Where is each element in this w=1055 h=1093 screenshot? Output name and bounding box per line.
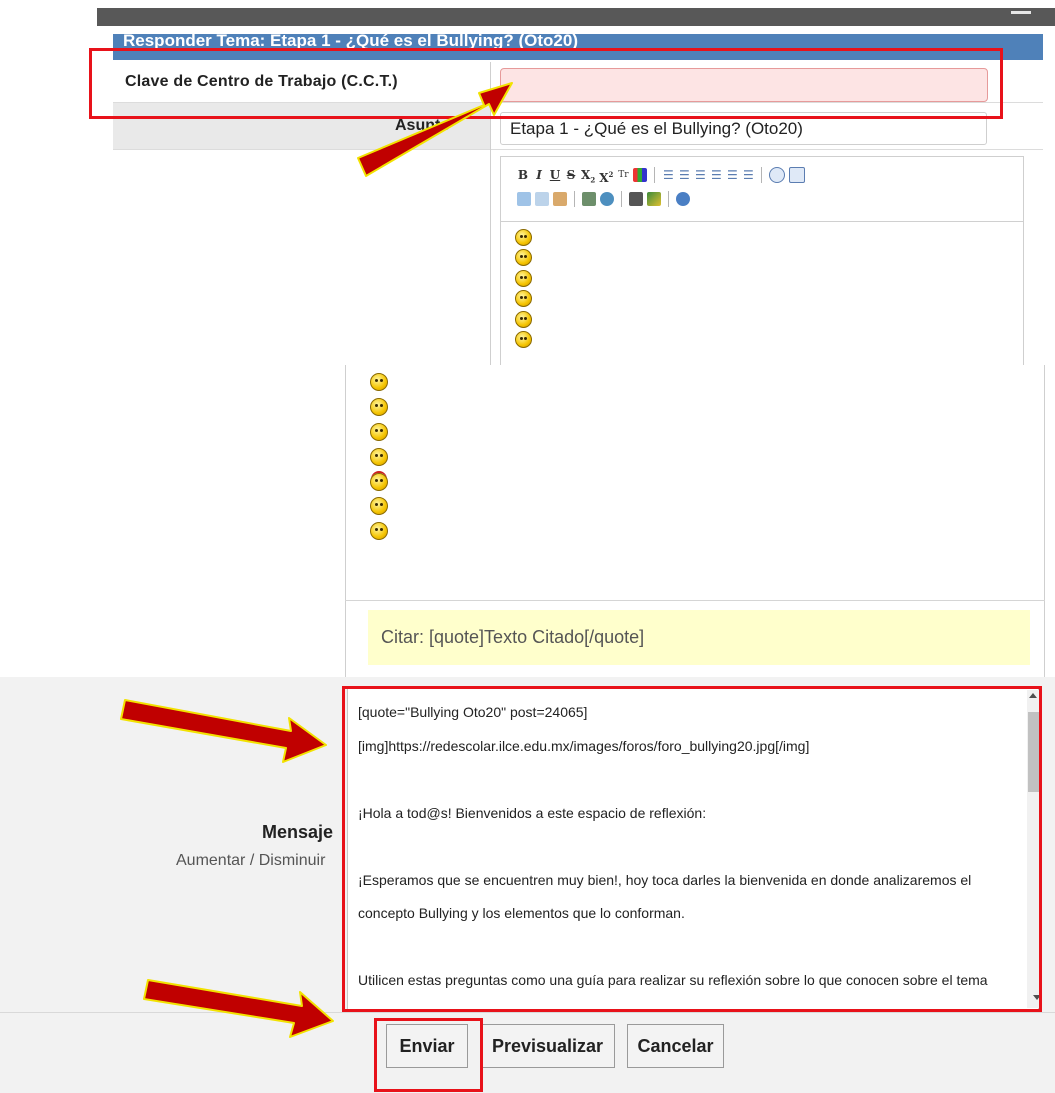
- arrow-icon-cct: [357, 82, 513, 177]
- arrow-icon-message: [120, 699, 327, 763]
- arrow-icon-send: [143, 979, 334, 1038]
- annotation-arrows: [120, 82, 513, 1038]
